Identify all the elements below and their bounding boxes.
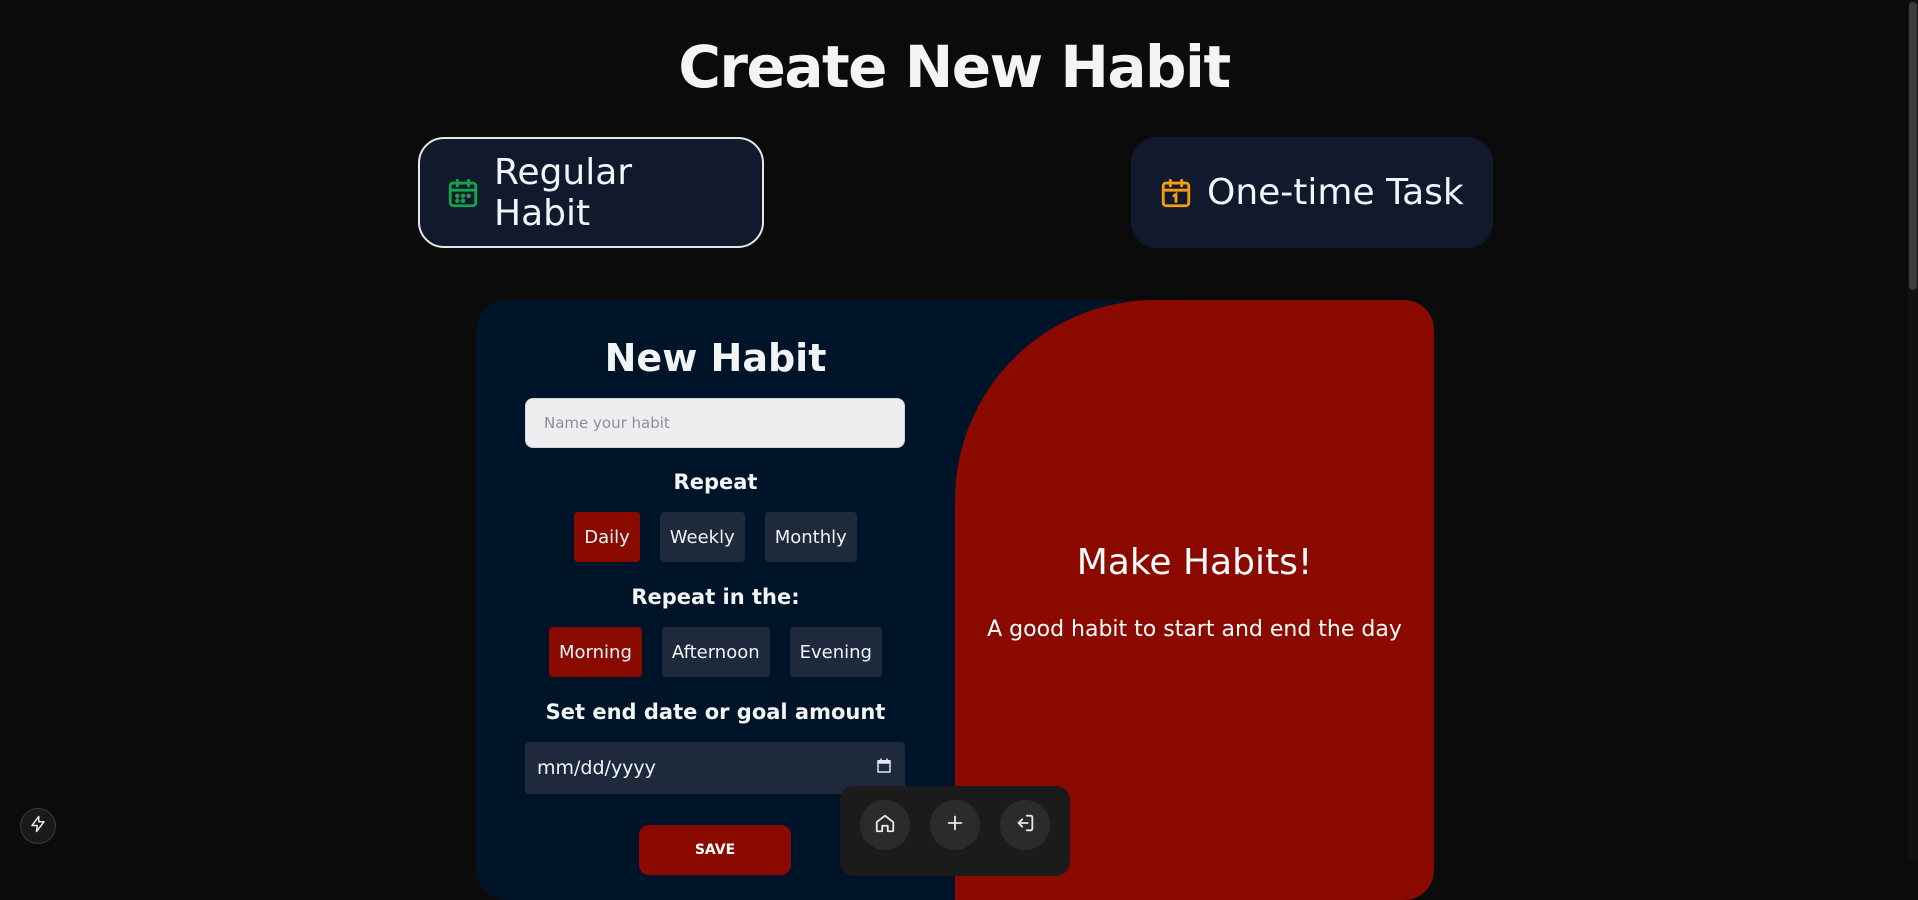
scrollbar-thumb[interactable] (1909, 2, 1917, 290)
repeat-weekly-button[interactable]: Weekly (659, 512, 745, 562)
plus-icon (944, 812, 966, 838)
save-button[interactable]: SAVE (639, 825, 791, 875)
tab-regular-habit[interactable]: Regular Habit (418, 137, 764, 248)
calendar-grid-icon (446, 176, 480, 210)
repeat-options: Daily Weekly Monthly (476, 512, 955, 562)
repeat-in-label: Repeat in the: (631, 585, 800, 609)
home-button[interactable] (860, 800, 910, 850)
time-afternoon-button[interactable]: Afternoon (661, 627, 770, 677)
repeat-monthly-button[interactable]: Monthly (764, 512, 857, 562)
time-of-day-options: Morning Afternoon Evening (476, 627, 955, 677)
form-title: New Habit (604, 336, 827, 380)
page-scrollbar[interactable] (1908, 0, 1918, 861)
bottom-nav (840, 786, 1070, 876)
tab-one-time-task[interactable]: One-time Task (1131, 137, 1493, 248)
calendar-one-icon (1159, 176, 1193, 210)
date-placeholder: mm/dd/yyyy (537, 757, 656, 779)
calendar-picker-icon[interactable] (875, 757, 893, 780)
add-button[interactable] (930, 800, 980, 850)
bolt-icon (29, 815, 47, 837)
logout-button[interactable] (1000, 800, 1050, 850)
quick-action-button[interactable] (20, 808, 56, 844)
time-evening-button[interactable]: Evening (789, 627, 882, 677)
repeat-label: Repeat (673, 470, 758, 494)
time-morning-button[interactable]: Morning (549, 627, 642, 677)
repeat-daily-button[interactable]: Daily (574, 512, 640, 562)
home-icon (874, 812, 896, 838)
tab-one-time-task-label: One-time Task (1207, 172, 1464, 213)
promo-title: Make Habits! (1076, 542, 1313, 583)
end-date-label: Set end date or goal amount (545, 700, 886, 724)
tab-regular-habit-label: Regular Habit (494, 151, 633, 234)
page-title: Create New Habit (678, 33, 1231, 101)
promo-subtitle: A good habit to start and end the day (987, 617, 1402, 642)
logout-icon (1014, 812, 1036, 838)
habit-name-input[interactable] (525, 398, 905, 448)
